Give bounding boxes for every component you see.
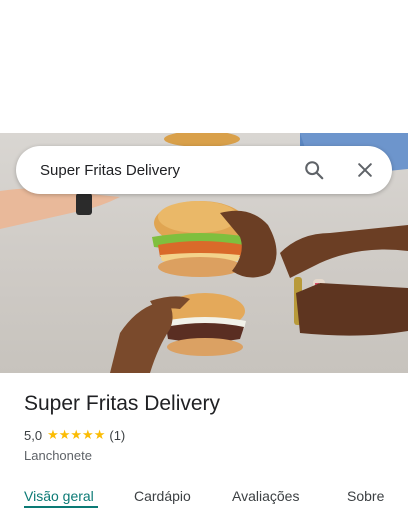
search-input[interactable]: [40, 160, 280, 180]
star-rating: ★★★★★: [47, 427, 106, 442]
place-title: Super Fritas Delivery: [24, 392, 221, 415]
search-bar: [16, 146, 392, 194]
search-button[interactable]: [300, 156, 328, 184]
rating-row: 5,0 ★★★★★ (1): [24, 427, 125, 443]
place-tabs: Visão geral Cardápio Avaliações Sobre: [0, 478, 408, 508]
tab-reviews[interactable]: Avaliações: [232, 488, 299, 504]
tab-overview[interactable]: Visão geral: [24, 488, 94, 504]
rating-value: 5,0: [24, 427, 43, 443]
close-icon: [358, 163, 372, 177]
tab-about[interactable]: Sobre: [347, 488, 384, 504]
close-button[interactable]: [351, 156, 379, 184]
review-count-link[interactable]: (1): [109, 428, 125, 443]
place-category[interactable]: Lanchonete: [24, 448, 92, 463]
search-icon: [305, 161, 324, 180]
tab-menu[interactable]: Cardápio: [134, 488, 191, 504]
